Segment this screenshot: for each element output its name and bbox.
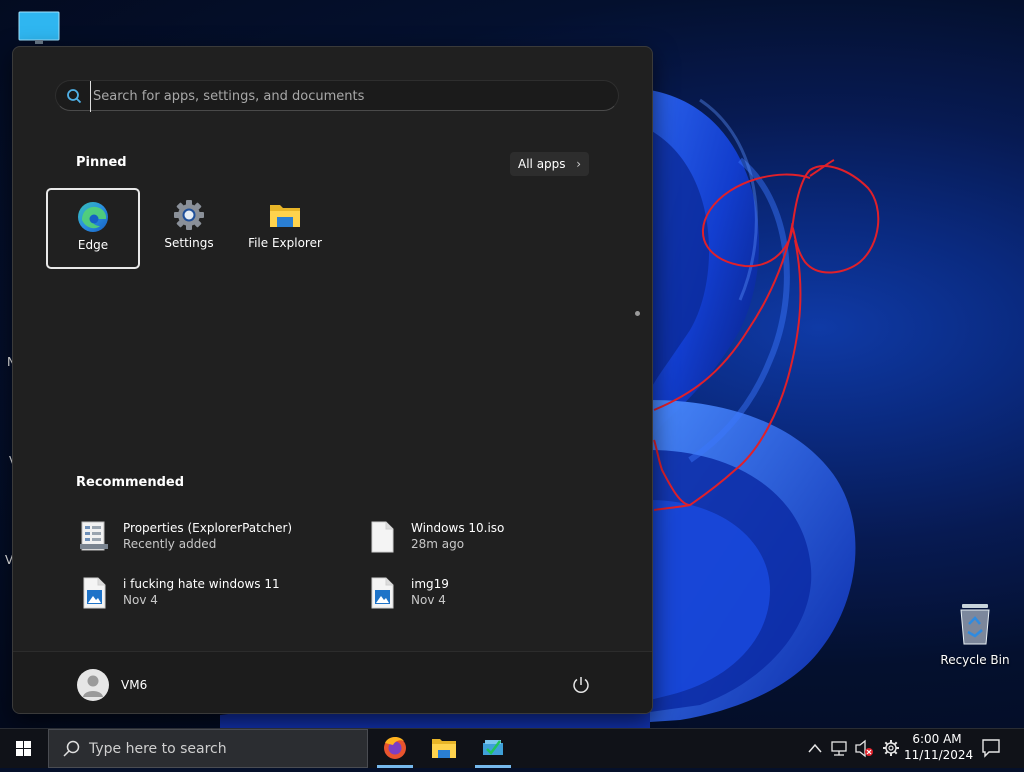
app-window-icon: [80, 521, 108, 551]
pinned-app-label: Edge: [77, 238, 109, 252]
windows-logo-icon: [16, 741, 31, 756]
start-search-input[interactable]: [90, 81, 605, 112]
power-icon[interactable]: [570, 674, 592, 696]
start-menu-footer: VM6: [13, 651, 652, 713]
pinned-app-label: Settings: [164, 236, 214, 250]
user-avatar[interactable]: [77, 669, 109, 701]
clock-date: 11/11/2024: [904, 748, 974, 762]
recommended-item-sub: Nov 4: [123, 593, 158, 607]
start-menu: Pinned All apps › Edge Settings: [12, 46, 653, 714]
pinned-title: Pinned: [76, 155, 127, 170]
taskbar-app-generic[interactable]: [473, 729, 513, 768]
search-icon: [63, 740, 80, 757]
recommended-item[interactable]: Windows 10.iso 28m ago: [367, 517, 587, 557]
start-search-box[interactable]: [55, 80, 619, 112]
start-button[interactable]: [0, 729, 48, 768]
search-icon: [67, 89, 82, 104]
user-name[interactable]: VM6: [121, 678, 147, 692]
recommended-item-name: Windows 10.iso: [411, 521, 505, 535]
chevron-right-icon: ›: [576, 157, 581, 171]
taskbar-search-box[interactable]: Type here to search: [48, 729, 368, 768]
file-explorer-icon: [432, 739, 456, 758]
taskbar-clock[interactable]: 6:00 AM 11/11/2024: [904, 731, 974, 763]
edge-icon: [78, 202, 108, 232]
recommended-item-name: Properties (ExplorerPatcher): [123, 521, 293, 535]
network-icon[interactable]: [829, 729, 849, 768]
page-indicator-dot[interactable]: [635, 311, 640, 316]
recommended-item[interactable]: i fucking hate windows 11 Nov 4: [79, 573, 339, 613]
firefox-icon: [384, 737, 406, 759]
all-apps-button[interactable]: All apps ›: [510, 152, 589, 176]
image-file-icon: [83, 577, 106, 609]
recommended-item-name: img19: [411, 577, 449, 591]
clock-time: 6:00 AM: [912, 732, 962, 746]
image-file-icon: [371, 577, 394, 609]
recommended-item-sub: Recently added: [123, 537, 217, 551]
notification-icon[interactable]: [980, 737, 1002, 759]
folder-icon: [270, 205, 300, 227]
recommended-item[interactable]: Properties (ExplorerPatcher) Recently ad…: [79, 517, 339, 557]
taskbar-search-text: Type here to search: [89, 741, 227, 757]
recycle-bin-icon[interactable]: Recycle Bin: [940, 602, 1010, 667]
volume-muted-icon[interactable]: [853, 729, 875, 768]
taskbar-app-firefox[interactable]: [375, 729, 415, 768]
recommended-item-sub: 28m ago: [411, 537, 465, 551]
app-icon: [483, 740, 503, 755]
recommended-item-sub: Nov 4: [411, 593, 446, 607]
gear-icon[interactable]: [880, 729, 902, 768]
user-icon: [83, 675, 103, 697]
recommended-item-name: i fucking hate windows 11: [123, 577, 280, 591]
pinned-app-edge[interactable]: Edge: [46, 188, 140, 269]
recommended-item[interactable]: img19 Nov 4: [367, 573, 587, 613]
file-icon: [371, 521, 394, 553]
recommended-title: Recommended: [76, 475, 185, 490]
recycle-bin-label: Recycle Bin: [940, 653, 1010, 667]
pinned-app-label: File Explorer: [248, 236, 322, 250]
all-apps-label: All apps: [518, 157, 566, 171]
taskbar-app-file-explorer[interactable]: [424, 729, 464, 768]
pinned-app-file-explorer[interactable]: File Explorer: [238, 188, 332, 269]
taskbar: Type here to search 6:00 AM 11/11/2024: [0, 728, 1024, 768]
gear-icon: [174, 200, 204, 230]
pinned-app-settings[interactable]: Settings: [142, 188, 236, 269]
chevron-up-icon[interactable]: [806, 729, 824, 768]
